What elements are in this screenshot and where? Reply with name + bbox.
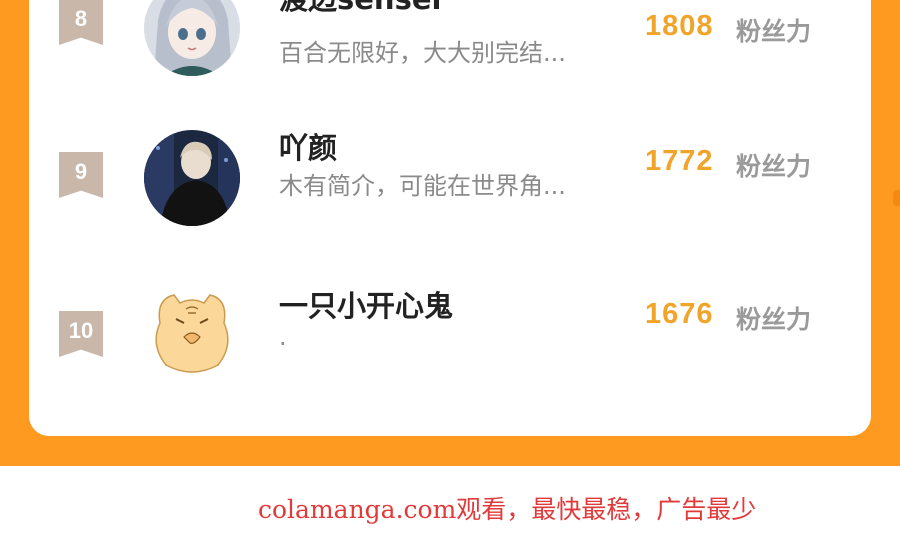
rank-badge: 8 [59, 0, 103, 45]
site-watermark: colamanga.com观看，最快最稳，广告最少 [258, 495, 757, 524]
user-name[interactable]: 一只小开心鬼 [279, 283, 453, 325]
user-avatar[interactable] [144, 0, 240, 76]
leaderboard-row[interactable]: 10 一只小开心鬼 . 1676 粉丝力 [29, 283, 871, 403]
user-avatar[interactable] [144, 130, 240, 226]
rank-badge: 9 [59, 152, 103, 198]
fan-score: 1808 [645, 10, 714, 42]
rank-number: 10 [68, 318, 94, 343]
user-name[interactable]: 渡边sensei [279, 0, 441, 18]
person-photo-avatar-image [144, 130, 240, 226]
side-marker [893, 190, 900, 206]
fan-score: 1772 [645, 145, 714, 177]
leaderboard-card: 8 渡边sensei 百合无限好，大大别完结... 1808 粉丝力 9 [29, 0, 871, 436]
fan-score-unit: 粉丝力 [736, 152, 812, 181]
user-avatar[interactable] [144, 283, 240, 379]
rank-number: 8 [74, 6, 88, 31]
anime-girl-avatar-image [144, 0, 240, 76]
fan-score-unit: 粉丝力 [736, 305, 812, 334]
rank-badge: 10 [59, 311, 103, 357]
leaderboard-row[interactable]: 9 吖颜 木有简介，可能在世界角... 1772 粉丝力 [29, 130, 871, 250]
user-bio: . [279, 323, 287, 351]
user-bio: 木有简介，可能在世界角... [279, 172, 566, 200]
fan-score-unit: 粉丝力 [736, 17, 812, 46]
leaderboard-row[interactable]: 8 渡边sensei 百合无限好，大大别完结... 1808 粉丝力 [29, 0, 871, 100]
rank-number: 9 [74, 159, 88, 184]
cat-drawing-avatar-image [144, 283, 240, 379]
fan-score: 1676 [645, 298, 714, 330]
user-bio: 百合无限好，大大别完结... [279, 39, 566, 67]
user-name[interactable]: 吖颜 [279, 125, 337, 167]
